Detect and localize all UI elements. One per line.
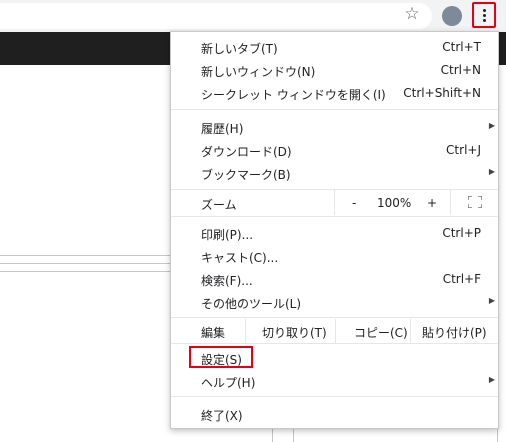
menu-separator (171, 109, 498, 110)
page-divider (0, 255, 175, 256)
copy-button[interactable]: コピー(C) (354, 324, 408, 341)
menu-item-label: その他のツール(L) (201, 297, 302, 311)
menu-item-label: 新しいウィンドウ(N) (201, 65, 316, 79)
menu-item-label: ブックマーク(B) (201, 168, 291, 182)
menu-item-shortcut: Ctrl+P (442, 226, 481, 240)
menu-item-cast[interactable]: キャスト(C)... (171, 244, 498, 267)
cut-button[interactable]: 切り取り(T) (262, 324, 327, 341)
menu-item-print[interactable]: 印刷(P)... Ctrl+P (171, 221, 498, 244)
menu-item-label: 履歴(H) (201, 122, 244, 136)
settings-highlight-box (189, 346, 253, 368)
menu-item-shortcut: Ctrl+T (442, 40, 481, 54)
menu-item-new-tab[interactable]: 新しいタブ(T) Ctrl+T (171, 35, 498, 58)
menu-item-help[interactable]: ヘルプ(H) ▶ (171, 369, 498, 392)
menu-item-more-tools[interactable]: その他のツール(L) ▶ (171, 290, 498, 313)
menu-separator (171, 343, 498, 344)
menu-separator (171, 396, 498, 397)
menu-item-label: キャスト(C)... (201, 251, 279, 265)
menu-item-downloads[interactable]: ダウンロード(D) Ctrl+J (171, 138, 498, 161)
submenu-arrow-icon: ▶ (488, 375, 495, 384)
menu-item-incognito[interactable]: シークレット ウィンドウを開く(I) Ctrl+Shift+N (171, 81, 498, 104)
zoom-label: ズーム (201, 198, 237, 212)
profile-avatar[interactable] (442, 6, 462, 26)
menu-item-label: ダウンロード(D) (201, 145, 292, 159)
zoom-out-button[interactable]: - (352, 196, 356, 210)
menu-item-label: 印刷(P)... (201, 228, 254, 242)
paste-button[interactable]: 貼り付け(P) (422, 324, 487, 341)
menu-item-shortcut: Ctrl+J (446, 143, 481, 157)
star-icon[interactable]: ☆ (402, 4, 422, 24)
chrome-main-menu: 新しいタブ(T) Ctrl+T 新しいウィンドウ(N) Ctrl+N シークレッ… (170, 31, 499, 429)
menu-item-label: ヘルプ(H) (201, 376, 256, 390)
menu-item-label: シークレット ウィンドウを開く(I) (201, 88, 386, 102)
menu-item-label: 終了(X) (201, 409, 243, 423)
submenu-arrow-icon: ▶ (488, 121, 495, 130)
zoom-level: 100% (377, 196, 412, 210)
menu-separator (171, 216, 498, 217)
browser-toolbar: ☆ (0, 0, 506, 33)
edit-row: 編集 切り取り(T) コピー(C) 貼り付け(P) (171, 319, 498, 343)
page-divider (0, 271, 175, 272)
address-bar[interactable] (0, 3, 432, 29)
menu-item-find[interactable]: 検索(F)... Ctrl+F (171, 267, 498, 290)
menu-item-shortcut: Ctrl+N (440, 63, 481, 77)
submenu-arrow-icon: ▶ (488, 167, 495, 176)
zoom-row: ズーム - 100% + (171, 190, 498, 215)
menu-item-new-window[interactable]: 新しいウィンドウ(N) Ctrl+N (171, 58, 498, 81)
menu-item-label: 検索(F)... (201, 274, 253, 288)
chrome-menu-button[interactable] (472, 2, 496, 28)
zoom-in-button[interactable]: + (427, 196, 437, 210)
menu-item-shortcut: Ctrl+F (442, 272, 481, 286)
submenu-arrow-icon: ▶ (488, 296, 495, 305)
menu-item-bookmarks[interactable]: ブックマーク(B) ▶ (171, 161, 498, 184)
vertical-ellipsis-icon (482, 8, 486, 12)
fullscreen-icon[interactable] (468, 196, 482, 208)
page-divider (0, 263, 175, 264)
edit-label: 編集 (201, 326, 226, 340)
menu-item-exit[interactable]: 終了(X) (171, 402, 498, 425)
menu-item-history[interactable]: 履歴(H) ▶ (171, 115, 498, 138)
menu-item-label: 新しいタブ(T) (201, 42, 278, 56)
menu-item-shortcut: Ctrl+Shift+N (403, 86, 481, 100)
menu-separator (171, 317, 498, 318)
